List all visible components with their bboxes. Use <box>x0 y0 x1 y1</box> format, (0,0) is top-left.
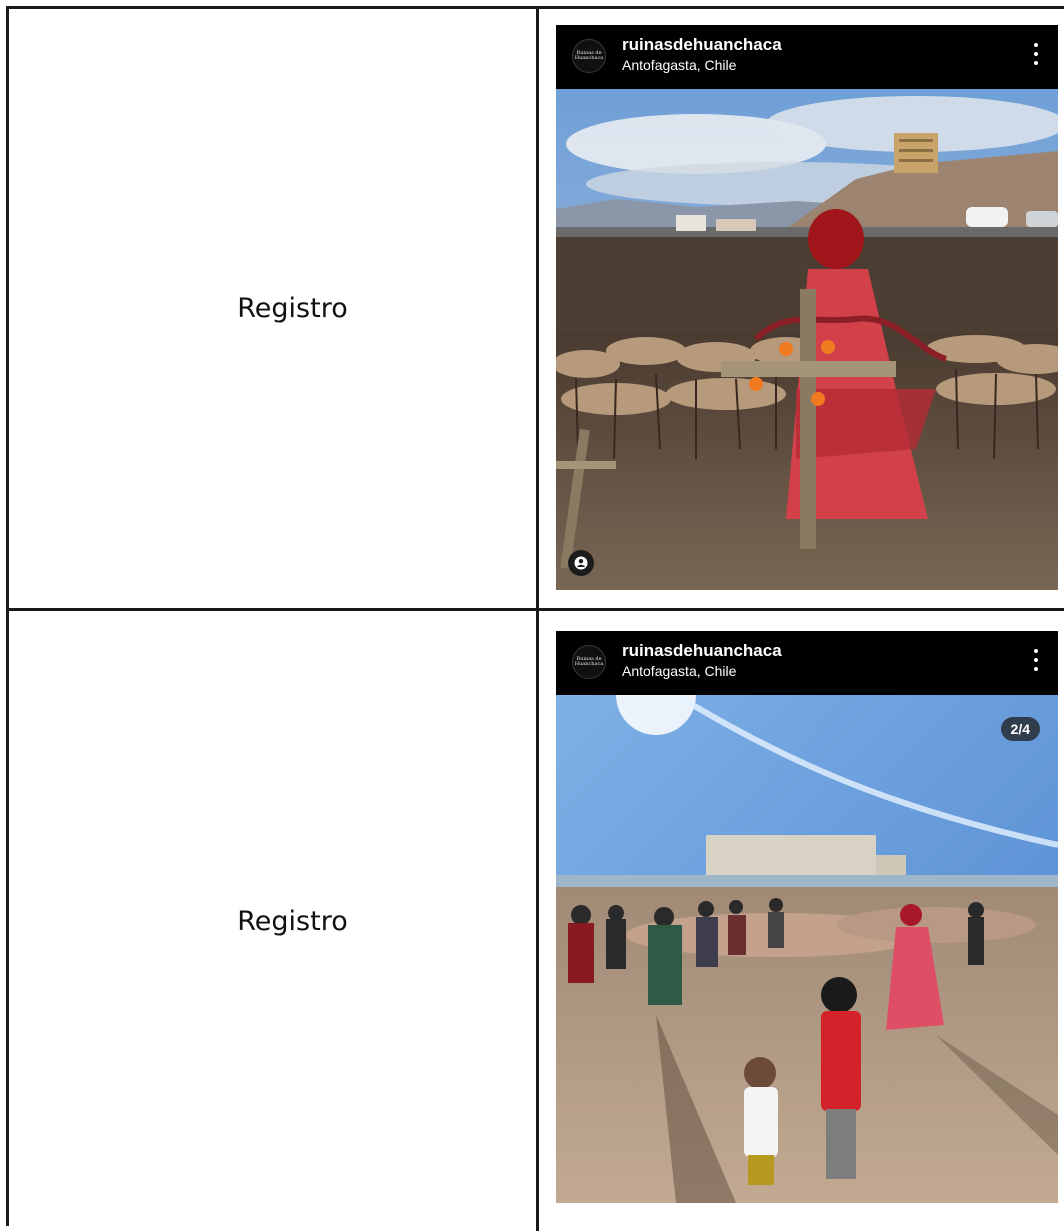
post-location[interactable]: Antofagasta, Chile <box>622 663 736 679</box>
more-options-icon[interactable] <box>1034 43 1038 65</box>
user-tag-icon[interactable] <box>568 550 594 576</box>
document-table: Registro Ruinas de Huanchaca ruinasdehua… <box>6 6 1064 1231</box>
row-label: Registro <box>237 293 348 324</box>
avatar[interactable]: Ruinas de Huanchaca <box>572 39 606 73</box>
avatar[interactable]: Ruinas de Huanchaca <box>572 645 606 679</box>
post-photo <box>556 695 1058 1203</box>
post-location[interactable]: Antofagasta, Chile <box>622 57 736 73</box>
instagram-post[interactable]: Ruinas de Huanchaca ruinasdehuanchaca An… <box>556 25 1058 590</box>
more-options-icon[interactable] <box>1034 649 1038 671</box>
post-header: Ruinas de Huanchaca ruinasdehuanchaca An… <box>556 631 1058 695</box>
post-photo <box>556 89 1058 590</box>
photo-artwork <box>556 695 1058 1203</box>
post-header: Ruinas de Huanchaca ruinasdehuanchaca An… <box>556 25 1058 89</box>
carousel-counter: 2/4 <box>1000 717 1040 741</box>
instagram-post[interactable]: Ruinas de Huanchaca ruinasdehuanchaca An… <box>556 631 1058 1203</box>
label-cell: Registro <box>9 9 539 608</box>
post-username[interactable]: ruinasdehuanchaca <box>622 641 782 661</box>
post-username[interactable]: ruinasdehuanchaca <box>622 35 782 55</box>
row-label: Registro <box>237 905 348 937</box>
table-row: Registro Ruinas de Huanchaca ruinasdehua… <box>9 9 1064 611</box>
photo-artwork <box>556 89 1058 590</box>
avatar-text-line: Huanchaca <box>574 661 604 667</box>
media-cell: Ruinas de Huanchaca ruinasdehuanchaca An… <box>539 611 1064 1231</box>
media-cell: Ruinas de Huanchaca ruinasdehuanchaca An… <box>539 9 1064 608</box>
table-row: Registro Ruinas de Huanchaca ruinasdehua… <box>9 611 1064 1231</box>
label-cell: Registro <box>9 611 539 1231</box>
avatar-text-line: Huanchaca <box>574 55 604 61</box>
